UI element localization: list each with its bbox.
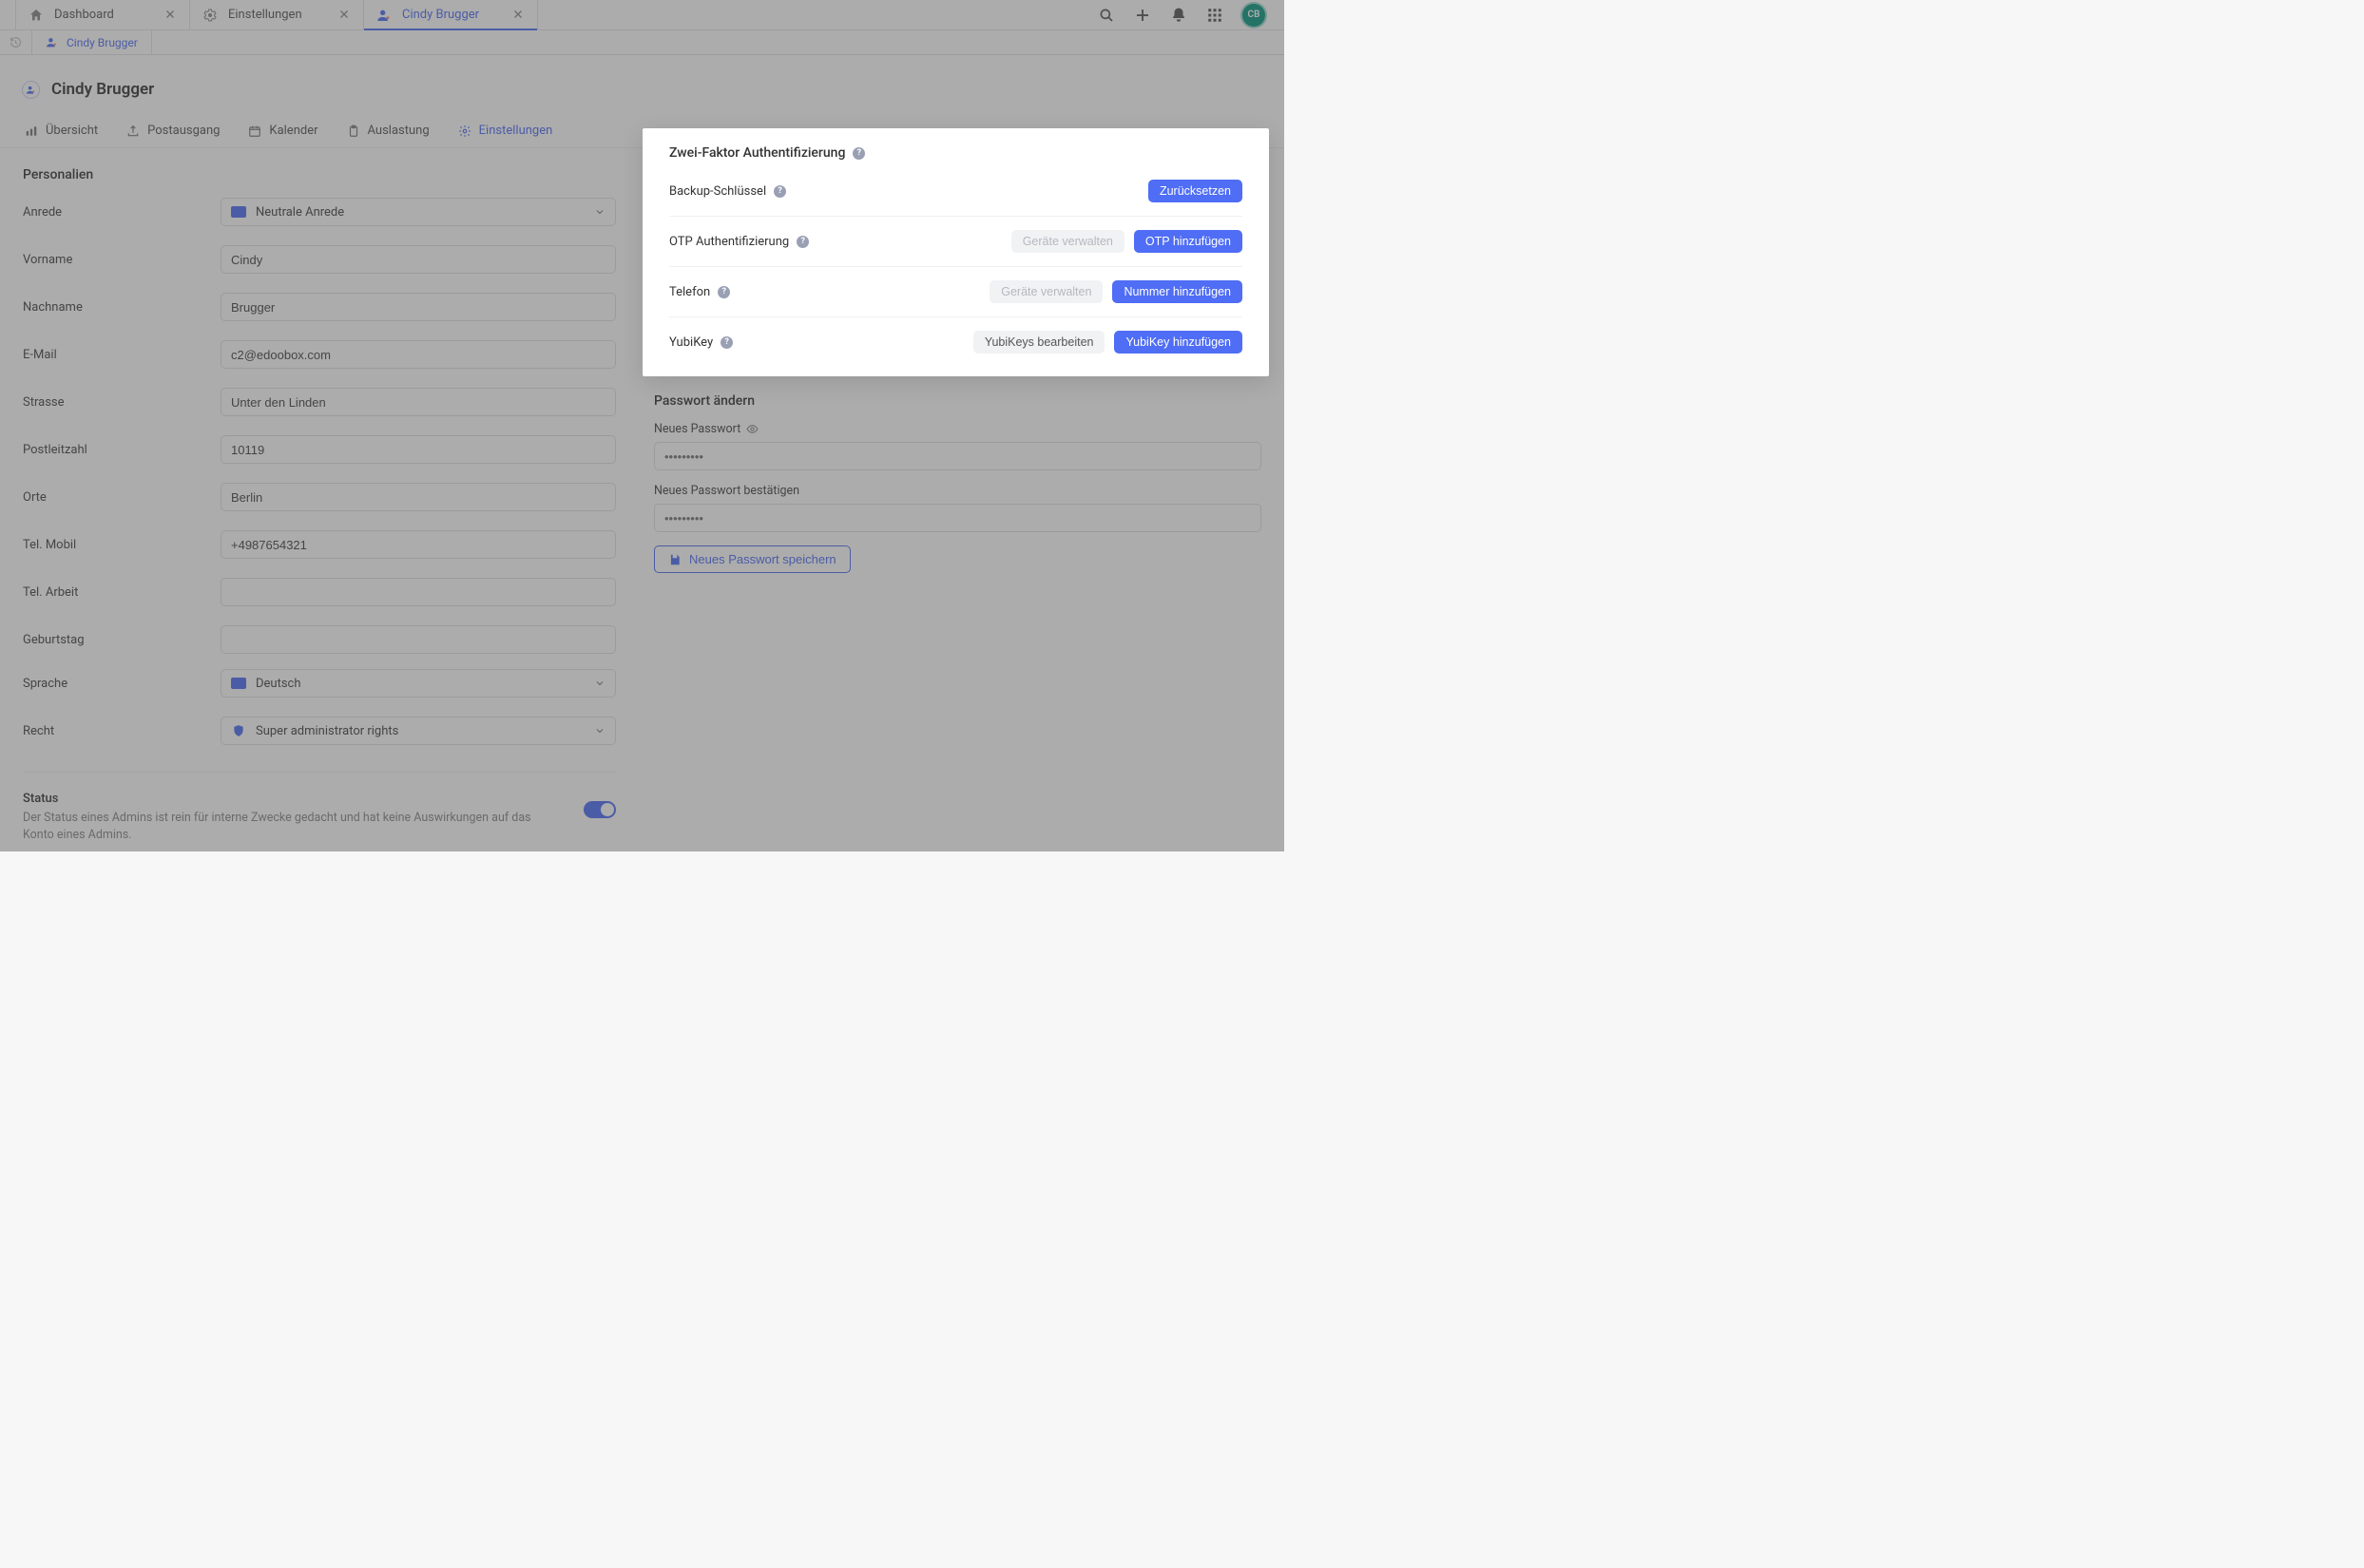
save-password-button[interactable]: Neues Passwort speichern [654,545,851,573]
top-tab-user[interactable]: Cindy Brugger [364,0,538,29]
page-header: Cindy Brugger [0,55,1284,112]
label-lastname: Nachname [23,300,221,315]
close-icon[interactable] [512,9,526,22]
help-icon[interactable]: ? [853,147,865,160]
phone-manage-button[interactable]: Geräte verwalten [990,280,1103,303]
home-icon [28,7,45,24]
top-tab-dashboard[interactable]: Dashboard [16,0,190,29]
history-icon[interactable] [0,30,32,54]
tab-workload[interactable]: Auslastung [345,118,432,147]
label-street: Strasse [23,395,221,410]
password-section-title: Passwort ändern [654,393,1261,409]
chevron-down-icon [594,678,605,689]
breadcrumb-bar: Cindy Brugger [0,30,1284,55]
two-factor-modal: Zwei-Faktor Authentifizierung ? Backup-S… [643,128,1269,376]
modal-title: Zwei-Faktor Authentifizierung ? [669,145,1242,161]
calendar-icon [248,124,261,138]
search-icon[interactable] [1098,7,1115,24]
flag-icon [231,678,246,689]
breadcrumb-item[interactable]: Cindy Brugger [32,30,152,54]
clipboard-icon [347,124,360,138]
street-input[interactable] [221,388,616,416]
breadcrumb-label: Cindy Brugger [67,36,138,49]
tab-calendar[interactable]: Kalender [246,118,319,147]
close-icon[interactable] [338,9,352,22]
email-input[interactable] [221,340,616,369]
tab-overview[interactable]: Übersicht [23,118,100,147]
top-tab-label: Cindy Brugger [402,8,503,22]
label-city: Orte [23,490,221,505]
phone-add-button[interactable]: Nummer hinzufügen [1112,280,1242,303]
plus-icon[interactable] [1134,7,1151,24]
avatar[interactable]: CB [1242,4,1265,27]
shield-icon [231,725,246,736]
yubikey-add-button[interactable]: YubiKey hinzufügen [1114,331,1242,354]
salutation-select[interactable]: Neutrale Anrede [221,198,616,226]
top-tab-label: Einstellungen [228,8,329,22]
section-title-personal: Personalien [23,167,616,182]
top-tab-bar: Dashboard Einstellungen Cindy Brugger [0,0,1284,30]
tab-settings[interactable]: Einstellungen [456,118,555,147]
apps-icon[interactable] [1206,7,1223,24]
user-icon [46,36,59,49]
top-tab-label: Dashboard [54,8,155,22]
lastname-input[interactable] [221,293,616,321]
help-icon[interactable]: ? [718,286,730,298]
status-title: Status [23,792,565,806]
close-icon[interactable] [164,9,178,22]
tab-outbox[interactable]: Postausgang [125,118,221,147]
label-work: Tel. Arbeit [23,585,221,600]
birthday-input[interactable] [221,625,616,654]
label-rights: Recht [23,724,221,738]
user-icon [375,7,393,24]
chevron-down-icon [594,206,605,218]
help-icon[interactable]: ? [774,185,786,198]
zip-input[interactable] [221,435,616,464]
new-password-input[interactable] [654,442,1261,470]
eye-icon[interactable] [746,423,759,435]
top-tab-settings[interactable]: Einstellungen [190,0,364,29]
label-salutation: Anrede [23,205,221,220]
save-icon [668,553,682,566]
label-birthday: Geburtstag [23,633,221,647]
flag-icon [231,206,246,218]
otp-manage-button[interactable]: Geräte verwalten [1011,230,1124,253]
label-confirm-password: Neues Passwort bestätigen [654,484,1261,498]
label-firstname: Vorname [23,253,221,267]
language-select[interactable]: Deutsch [221,669,616,698]
help-icon[interactable]: ? [797,236,809,248]
page-title: Cindy Brugger [51,80,154,99]
bell-icon[interactable] [1170,7,1187,24]
rights-select[interactable]: Super administrator rights [221,717,616,745]
status-toggle[interactable] [584,801,616,818]
status-description: Der Status eines Admins ist rein für int… [23,810,565,843]
chart-icon [25,124,38,138]
outbox-icon [126,124,140,138]
backup-reset-button[interactable]: Zurücksetzen [1148,180,1242,202]
user-badge-icon [22,81,40,99]
confirm-password-input[interactable] [654,504,1261,532]
gear-icon [458,124,471,138]
firstname-input[interactable] [221,245,616,274]
city-input[interactable] [221,483,616,511]
label-email: E-Mail [23,348,221,362]
yubikey-edit-button[interactable]: YubiKeys bearbeiten [973,331,1105,354]
help-icon[interactable]: ? [721,336,733,349]
chevron-down-icon [594,725,605,736]
mobile-input[interactable] [221,530,616,559]
gear-icon [202,7,219,24]
label-zip: Postleitzahl [23,443,221,457]
otp-add-button[interactable]: OTP hinzufügen [1134,230,1242,253]
label-language: Sprache [23,677,221,691]
label-mobile: Tel. Mobil [23,538,221,552]
work-input[interactable] [221,578,616,606]
label-new-password: Neues Passwort [654,422,1261,436]
